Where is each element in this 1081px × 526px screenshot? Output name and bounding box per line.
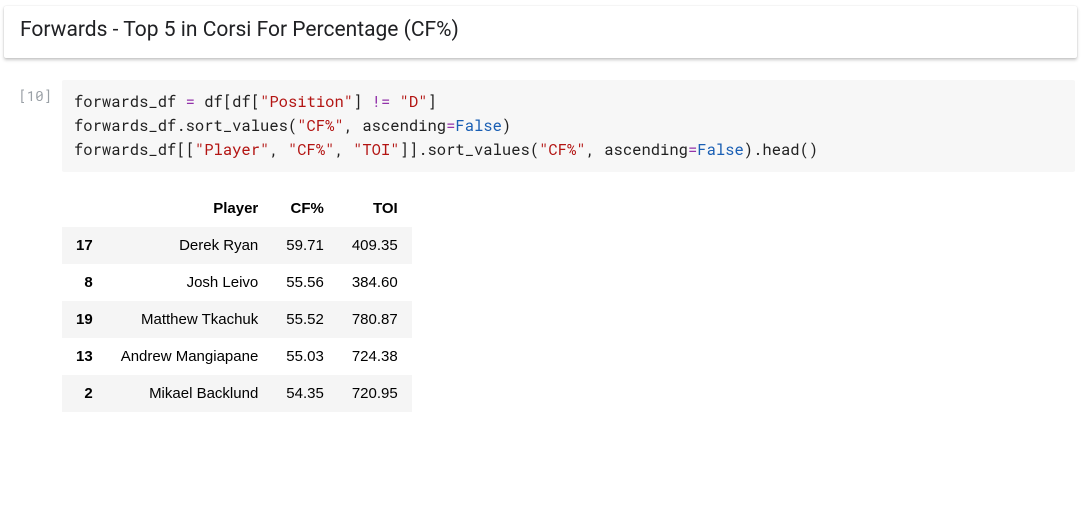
column-header-toi: TOI: [338, 190, 412, 227]
table-row: 17 Derek Ryan 59.71 409.35: [62, 227, 412, 264]
code-token: df[df[: [195, 92, 260, 112]
cell-cf: 55.03: [272, 338, 338, 375]
code-token: forwards_df: [74, 92, 186, 112]
cell-cf: 55.56: [272, 264, 338, 301]
code-token: ]: [428, 92, 437, 112]
table-row: 8 Josh Leivo 55.56 384.60: [62, 264, 412, 301]
cell-player: Mikael Backlund: [107, 375, 273, 412]
code-token: ]].sort_values(: [400, 140, 540, 160]
code-token: "CF%": [288, 140, 335, 160]
cell-cf: 59.71: [272, 227, 338, 264]
cell-toi: 384.60: [338, 264, 412, 301]
code-token: "CF%": [297, 116, 344, 136]
code-token: =: [446, 116, 455, 136]
column-header-cf: CF%: [272, 190, 338, 227]
cell-player: Matthew Tkachuk: [107, 301, 273, 338]
cell-player: Josh Leivo: [107, 264, 273, 301]
dataframe-table: Player CF% TOI 17 Derek Ryan 59.71 409.3…: [62, 190, 412, 412]
table-row: 19 Matthew Tkachuk 55.52 780.87: [62, 301, 412, 338]
code-token: ): [502, 116, 511, 136]
code-token: False: [697, 140, 744, 160]
code-token: "TOI": [353, 140, 400, 160]
row-index: 13: [62, 338, 107, 375]
output-area: Player CF% TOI 17 Derek Ryan 59.71 409.3…: [0, 182, 1081, 412]
code-token: [390, 92, 399, 112]
code-token: "Position": [260, 92, 353, 112]
row-index: 19: [62, 301, 107, 338]
cell-prompt: [10]: [6, 80, 62, 105]
code-token: "CF%": [539, 140, 586, 160]
code-block[interactable]: forwards_df = df[df["Position"] != "D"] …: [62, 80, 1075, 172]
code-token: !=: [372, 92, 391, 112]
index-header: [62, 190, 107, 227]
cell-player: Andrew Mangiapane: [107, 338, 273, 375]
page-title: Forwards - Top 5 in Corsi For Percentage…: [20, 18, 1061, 42]
code-token: ,: [269, 140, 288, 160]
code-token: False: [455, 116, 502, 136]
code-cell: [10] forwards_df = df[df["Position"] != …: [0, 70, 1081, 182]
table-header-row: Player CF% TOI: [62, 190, 412, 227]
title-card: Forwards - Top 5 in Corsi For Percentage…: [4, 6, 1077, 58]
code-token: , ascending: [344, 116, 446, 136]
row-index: 8: [62, 264, 107, 301]
row-index: 17: [62, 227, 107, 264]
code-token: ).head(): [744, 140, 818, 160]
cell-toi: 780.87: [338, 301, 412, 338]
code-token: "D": [400, 92, 428, 112]
cell-cf: 54.35: [272, 375, 338, 412]
table-row: 2 Mikael Backlund 54.35 720.95: [62, 375, 412, 412]
row-index: 2: [62, 375, 107, 412]
cell-toi: 724.38: [338, 338, 412, 375]
code-token: ]: [353, 92, 372, 112]
code-token: forwards_df.sort_values(: [74, 116, 297, 136]
code-token: forwards_df[[: [74, 140, 195, 160]
cell-toi: 409.35: [338, 227, 412, 264]
code-token: =: [688, 140, 697, 160]
code-token: , ascending: [586, 140, 688, 160]
cell-cf: 55.52: [272, 301, 338, 338]
code-token: "Player": [195, 140, 269, 160]
cell-toi: 720.95: [338, 375, 412, 412]
cell-player: Derek Ryan: [107, 227, 273, 264]
table-row: 13 Andrew Mangiapane 55.03 724.38: [62, 338, 412, 375]
code-token: =: [186, 92, 195, 112]
column-header-player: Player: [107, 190, 273, 227]
code-token: ,: [334, 140, 353, 160]
